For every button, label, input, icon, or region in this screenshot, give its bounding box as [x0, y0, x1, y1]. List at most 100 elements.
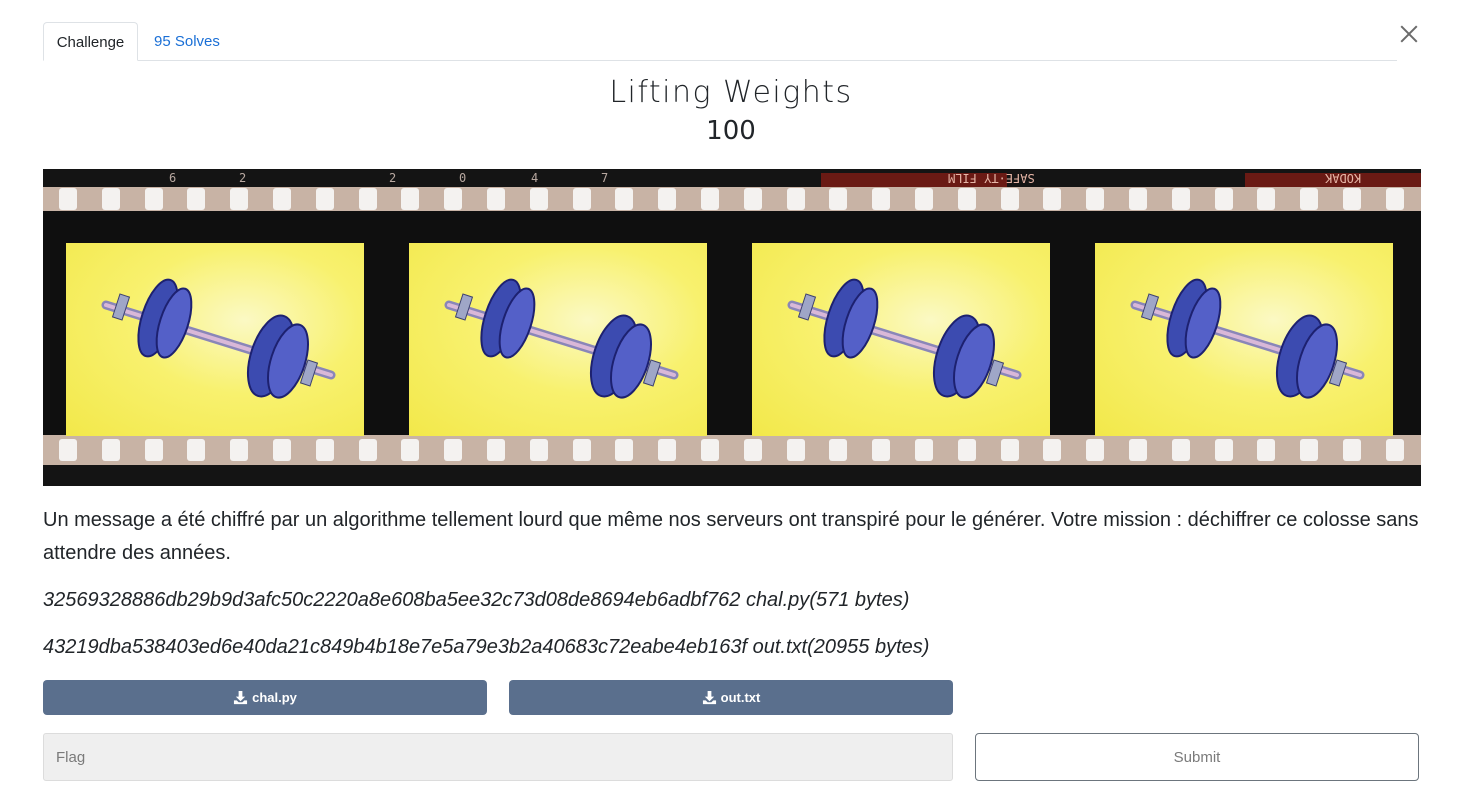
tab-solves[interactable]: 95 Solves [139, 22, 235, 61]
film-brand-text: KODAK [1325, 171, 1362, 185]
film-sprocket-hole [230, 188, 248, 210]
film-mark: 0 [459, 171, 467, 185]
file-name: chal.py [745, 589, 810, 611]
film-sprocket-hole [1257, 439, 1275, 461]
film-sprocket-hole [701, 439, 719, 461]
file-hash: 43219dba538403ed6e40da21c849b4b18e7e5a79… [43, 636, 748, 658]
film-sprocket-hole [958, 188, 976, 210]
film-sprocket-hole [1172, 188, 1190, 210]
file-info-chal: 32569328886db29b9d3afc50c2220a8e608ba5ee… [43, 589, 909, 612]
film-sprocket-hole [145, 188, 163, 210]
film-sprocket-hole [59, 188, 77, 210]
film-sprocket-hole [1257, 188, 1275, 210]
film-sprocket-hole [1129, 188, 1147, 210]
film-sprocket-hole [316, 188, 334, 210]
film-mark: 7 [601, 171, 609, 185]
film-safety-text: SAFE·TY FILM [948, 171, 1035, 185]
dumbbell-illustration [444, 278, 679, 399]
download-out-button[interactable]: out.txt [509, 680, 953, 715]
film-sprocket-hole [487, 188, 505, 210]
dumbbell-illustration [787, 278, 1022, 399]
download-icon [702, 690, 716, 705]
file-size: (571 bytes) [809, 589, 910, 611]
download-icon [234, 690, 248, 705]
challenge-points: 100 [706, 116, 756, 146]
dumbbell-illustration [101, 278, 336, 399]
film-sprocket-hole [658, 188, 676, 210]
film-sprocket-hole [1343, 439, 1361, 461]
film-sprocket-hole [187, 188, 205, 210]
film-sprocket-hole [573, 188, 591, 210]
submit-button[interactable]: Submit [975, 733, 1419, 781]
film-sprocket-hole [444, 188, 462, 210]
tab-challenge[interactable]: Challenge [43, 22, 138, 61]
film-frame [409, 243, 707, 436]
film-sprocket-hole [401, 188, 419, 210]
film-sprocket-hole [915, 439, 933, 461]
dumbbell-illustration [1130, 278, 1365, 399]
film-sprocket-hole [915, 188, 933, 210]
film-sprocket-hole [1043, 439, 1061, 461]
download-label: out.txt [720, 690, 761, 705]
download-chal-button[interactable]: chal.py [43, 680, 487, 715]
film-mark: 2 [389, 171, 397, 185]
film-sprocket-hole [701, 188, 719, 210]
film-sprocket-hole [1043, 188, 1061, 210]
flag-input[interactable] [43, 733, 953, 781]
film-sprocket-hole [829, 188, 847, 210]
film-sprocket-hole [1386, 439, 1404, 461]
film-sprocket-hole [1086, 188, 1104, 210]
film-sprocket-hole [615, 188, 633, 210]
film-sprocket-hole [230, 439, 248, 461]
film-sprocket-hole [487, 439, 505, 461]
film-sprocket-hole [658, 439, 676, 461]
film-mark: 2 [239, 171, 247, 185]
film-frame [1095, 243, 1393, 436]
film-sprocket-hole [1300, 188, 1318, 210]
film-sprocket-hole [958, 439, 976, 461]
film-sprocket-hole [872, 439, 890, 461]
file-hash: 32569328886db29b9d3afc50c2220a8e608ba5ee… [43, 589, 741, 611]
film-sprocket-hole [102, 439, 120, 461]
film-sprocket-hole [787, 439, 805, 461]
close-icon[interactable] [1398, 23, 1420, 45]
film-sprocket-hole [1086, 439, 1104, 461]
challenge-title: Lifting Weights [609, 75, 853, 110]
film-sprocket-hole [359, 439, 377, 461]
film-sprocket-hole [530, 439, 548, 461]
film-sprocket-hole [872, 188, 890, 210]
film-sprocket-hole [615, 439, 633, 461]
film-frame [752, 243, 1050, 436]
film-mark: 4 [531, 171, 539, 185]
film-sprocket-hole [273, 439, 291, 461]
film-sprocket-hole [1386, 188, 1404, 210]
film-sprocket-hole [1300, 439, 1318, 461]
film-sprocket-hole [187, 439, 205, 461]
film-sprocket-hole [273, 188, 291, 210]
film-sprocket-hole [787, 188, 805, 210]
film-sprocket-hole [316, 439, 334, 461]
film-sprocket-hole [573, 439, 591, 461]
film-sprocket-hole [59, 439, 77, 461]
film-sprocket-hole [359, 188, 377, 210]
film-sprocket-hole [829, 439, 847, 461]
film-sprocket-hole [744, 188, 762, 210]
file-info-out: 43219dba538403ed6e40da21c849b4b18e7e5a79… [43, 636, 929, 659]
file-size: (20955 bytes) [807, 636, 930, 658]
film-sprocket-hole [744, 439, 762, 461]
film-sprocket-hole [1215, 188, 1233, 210]
film-sprocket-hole [1343, 188, 1361, 210]
challenge-description: Un message a été chiffré par un algorith… [43, 509, 1419, 564]
film-sprocket-hole [401, 439, 419, 461]
film-sprocket-hole [444, 439, 462, 461]
film-edge-bottom [43, 465, 1421, 486]
film-sprocket-hole [145, 439, 163, 461]
film-sprocket-hole [1129, 439, 1147, 461]
challenge-tabs: Challenge 95 Solves [43, 22, 1397, 61]
challenge-image: SAFE·TY FILM KODAK 6 2 2 0 4 7 [43, 169, 1421, 486]
file-name: out.txt [752, 636, 808, 658]
film-rail-top [43, 187, 1421, 211]
film-rail-bottom [43, 435, 1421, 465]
film-sprocket-hole [1172, 439, 1190, 461]
film-mark: 6 [169, 171, 177, 185]
